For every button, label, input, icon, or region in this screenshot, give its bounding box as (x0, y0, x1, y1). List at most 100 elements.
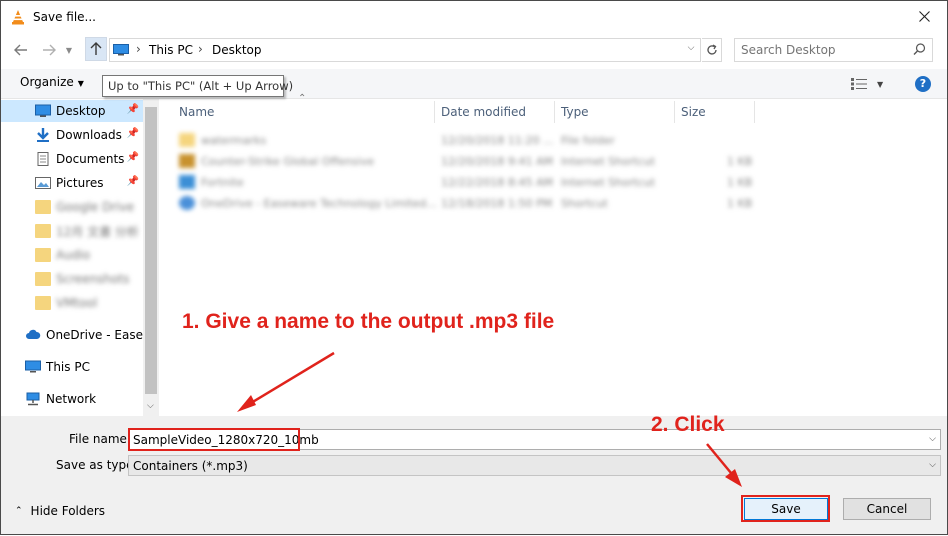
folder-icon (35, 224, 51, 238)
sidebar-item-label: This PC (46, 360, 90, 374)
sidebar-item-documents[interactable]: Documents 📌 (1, 148, 143, 170)
refresh-button[interactable] (702, 38, 722, 62)
save-highlight-box (741, 495, 830, 522)
sidebar-item-label: Network (46, 392, 97, 406)
file-name: Fortnite (201, 176, 244, 189)
folder-icon (35, 272, 51, 286)
sidebar-item-label: Screenshots (56, 272, 130, 286)
address-dropdown-icon[interactable]: ⌵ (684, 43, 698, 57)
file-name-label: File name: (69, 432, 131, 446)
sidebar-item-downloads[interactable]: Downloads 📌 (1, 124, 143, 146)
recent-locations-button[interactable]: ▼ (63, 39, 75, 61)
hide-folders-button[interactable]: ⌃ Hide Folders (15, 504, 105, 518)
sidebar-item-label: Documents (56, 152, 125, 166)
sidebar-item-audio[interactable]: Audio (1, 244, 143, 266)
file-name: watermarks (201, 134, 267, 147)
forward-button[interactable] (39, 39, 59, 61)
sidebar-item-label: Pictures (56, 176, 104, 190)
folder-icon (35, 296, 51, 310)
navigation-scrollbar[interactable]: ⌵ (143, 99, 159, 416)
column-header-name[interactable]: Name (179, 105, 214, 119)
file-row[interactable]: Fortnite 12/22/2018 8:45 AM Internet Sho… (179, 173, 759, 193)
scroll-down-icon[interactable]: ⌵ (147, 401, 154, 411)
chevron-down-icon[interactable]: ⌵ (929, 434, 936, 444)
file-size: 1 KB (727, 176, 753, 189)
sidebar-item-screenshots[interactable]: Screenshots (1, 268, 143, 290)
shortcut-icon (179, 175, 195, 189)
sidebar-item-label: Downloads (56, 128, 122, 142)
vlc-cone-icon (12, 10, 24, 25)
caret-down-icon: ▼ (877, 79, 884, 89)
breadcrumb-separator: › (136, 42, 141, 56)
search-icon (913, 43, 926, 55)
annotation-step1: 1. Give a name to the output .mp3 file (182, 310, 555, 333)
file-date: 12/20/2018 11:20 ... (441, 134, 554, 147)
annotation-step2: 2. Click (651, 413, 725, 436)
organize-menu-button[interactable]: Organize ▼ (20, 75, 84, 89)
file-date: 12/20/2018 9:41 AM (441, 155, 554, 168)
sidebar-item-network[interactable]: Network (1, 388, 143, 410)
navigation-row: ▼ › This PC › Desktop ⌵ (1, 37, 947, 63)
help-icon[interactable]: ? (915, 76, 931, 92)
file-size: 1 KB (727, 197, 753, 210)
breadcrumb-separator: › (198, 42, 203, 56)
search-box[interactable] (734, 38, 933, 62)
download-icon (37, 128, 49, 142)
file-type: Shortcut (561, 197, 608, 210)
close-button[interactable] (901, 1, 947, 32)
caret-down-icon: ▼ (77, 79, 84, 88)
sidebar-item-desktop[interactable]: Desktop 📌 (1, 100, 143, 122)
breadcrumb-this-pc[interactable]: This PC (149, 43, 193, 57)
save-as-type-select[interactable]: Containers (*.mp3) ⌵ (128, 455, 941, 476)
column-header-size[interactable]: Size (681, 105, 706, 119)
pin-icon: 📌 (126, 176, 139, 187)
title-bar: Save file... (1, 1, 947, 32)
search-input[interactable] (741, 42, 911, 58)
change-view-button[interactable]: ▼ (851, 75, 891, 93)
up-button[interactable] (85, 37, 107, 61)
navigation-pane: Desktop 📌 Downloads 📌 Documents 📌 Pictur… (1, 99, 159, 416)
folder-icon (35, 248, 51, 262)
arrow-right-icon (43, 44, 56, 56)
pin-icon: 📌 (126, 128, 139, 139)
column-divider[interactable] (434, 101, 435, 123)
address-bar[interactable]: › This PC › Desktop ⌵ (109, 38, 701, 62)
sidebar-item-label: Desktop (56, 104, 106, 118)
column-divider[interactable] (754, 101, 755, 123)
file-row[interactable]: Counter-Strike Global Offensive 12/20/20… (179, 152, 759, 172)
back-button[interactable] (11, 39, 31, 61)
pictures-icon (35, 177, 51, 189)
sidebar-item-label: VMtool (56, 296, 98, 310)
computer-icon (113, 44, 129, 56)
sidebar-item-onedrive[interactable]: OneDrive - Easewa (1, 324, 143, 346)
pin-icon: 📌 (126, 152, 139, 163)
sidebar-item-label: Audio (56, 248, 91, 262)
scrollbar-thumb[interactable] (145, 107, 157, 394)
column-divider[interactable] (554, 101, 555, 123)
chevron-down-icon: ⌵ (929, 460, 936, 470)
folder-icon (179, 133, 195, 147)
save-as-type-label: Save as type: (56, 458, 138, 472)
sidebar-item-folder[interactable]: 12月 文書 分析 (1, 220, 143, 242)
file-row[interactable]: OneDrive - Easeware Technology Limited..… (179, 194, 759, 214)
sidebar-item-vmtool[interactable]: VMtool (1, 292, 143, 314)
hide-folders-label: Hide Folders (30, 504, 106, 518)
chevron-down-icon: ▼ (65, 45, 73, 55)
sidebar-item-pictures[interactable]: Pictures 📌 (1, 172, 143, 194)
document-icon (37, 152, 49, 166)
cancel-button[interactable]: Cancel (843, 498, 931, 520)
sort-ascending-icon: ⌃ (298, 93, 307, 104)
column-header-date-modified[interactable]: Date modified (441, 105, 526, 119)
details-view-icon (851, 78, 867, 90)
sidebar-item-this-pc[interactable]: This PC (1, 356, 143, 378)
file-date: 12/18/2018 1:50 PM (441, 197, 553, 210)
cloud-icon (179, 196, 195, 210)
file-row[interactable]: watermarks 12/20/2018 11:20 ... File fol… (179, 131, 759, 151)
breadcrumb-desktop[interactable]: Desktop (212, 43, 262, 57)
close-icon (918, 11, 930, 22)
sidebar-item-google-drive[interactable]: Google Drive (1, 196, 143, 218)
column-divider[interactable] (674, 101, 675, 123)
arrow-left-icon (14, 44, 27, 56)
column-header-type[interactable]: Type (561, 105, 589, 119)
file-name: OneDrive - Easeware Technology Limited..… (201, 197, 437, 210)
